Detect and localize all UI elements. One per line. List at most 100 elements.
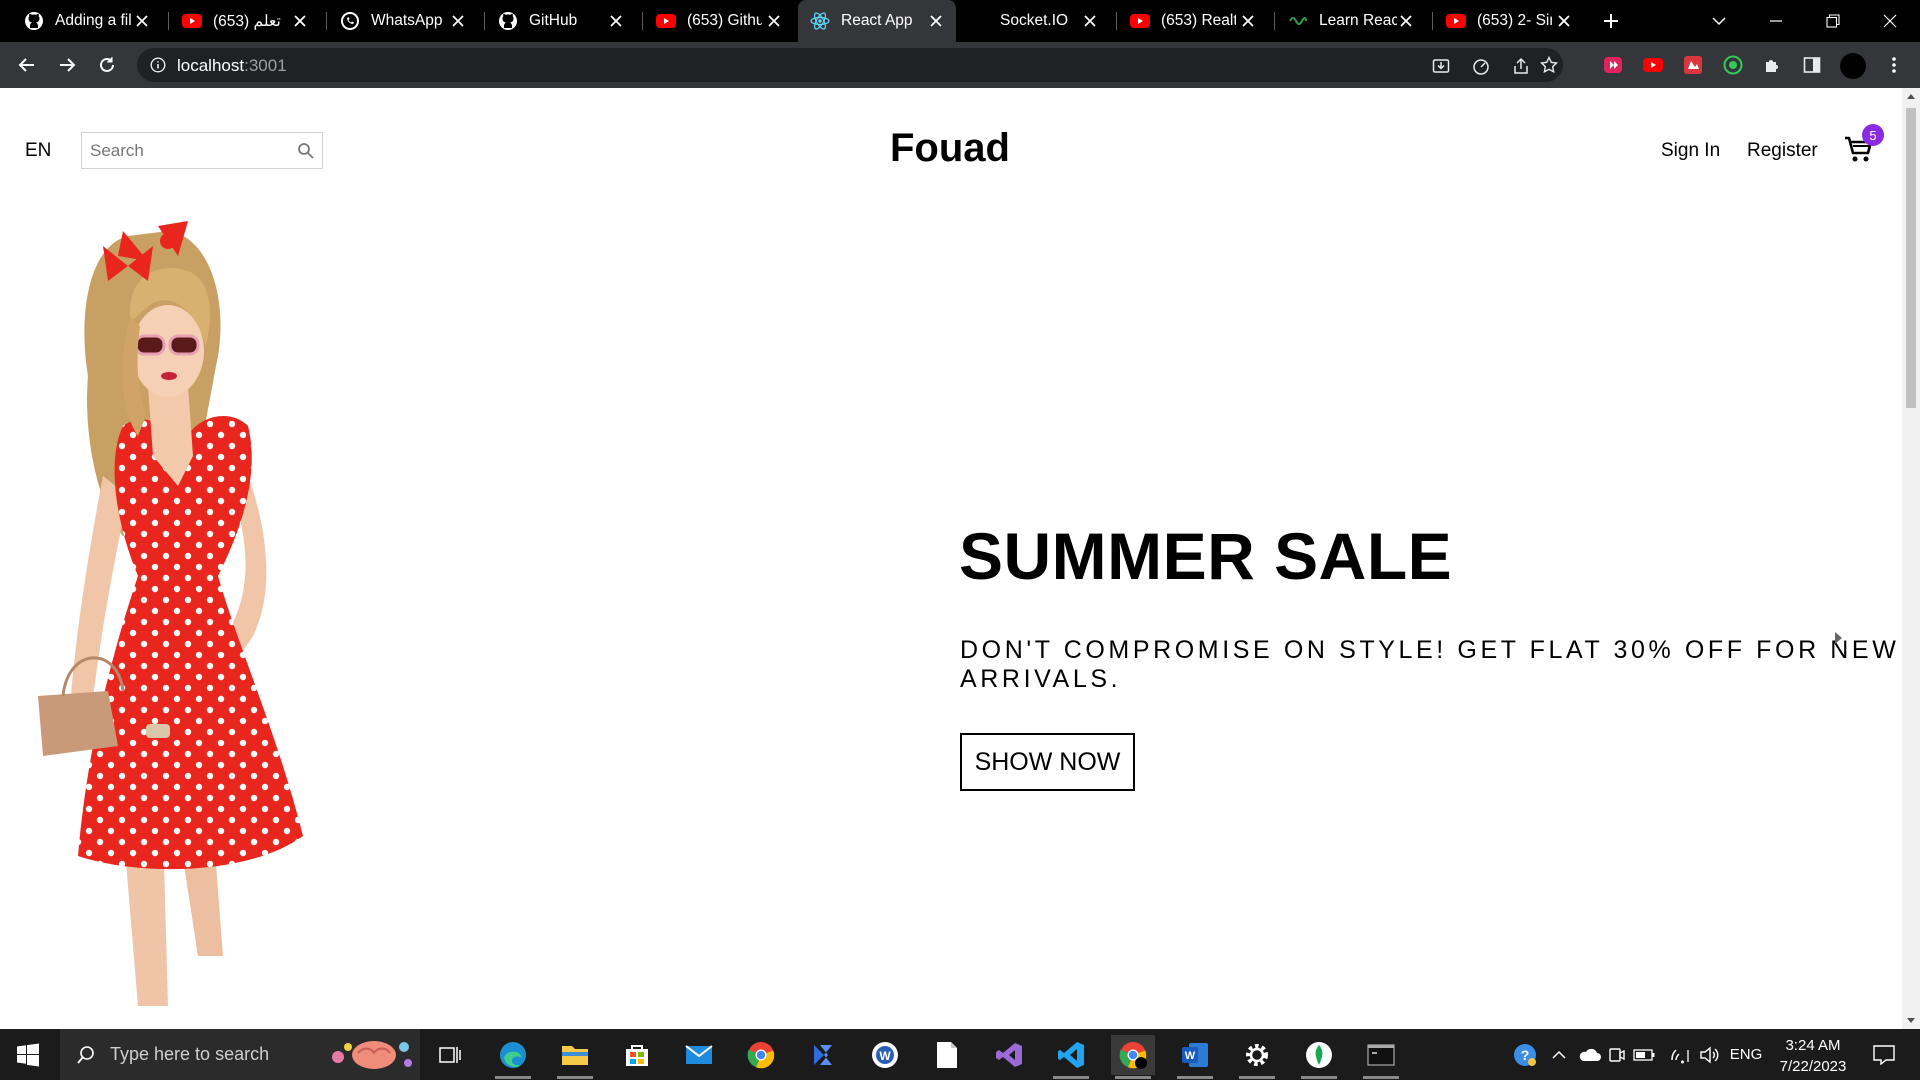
taskbar-power-automate[interactable] (801, 1035, 845, 1075)
tab-title: (653) Githul (687, 12, 762, 29)
github-icon (24, 11, 44, 31)
tab-separator (1116, 12, 1117, 30)
tray-volume[interactable] (1697, 1029, 1721, 1080)
search-highlight-icon (332, 1041, 412, 1069)
restore-button[interactable] (1820, 8, 1846, 34)
close-icon[interactable] (926, 11, 946, 31)
react-icon (810, 11, 830, 31)
sign-in-link[interactable]: Sign In (1661, 140, 1720, 162)
page-scrollbar[interactable] (1902, 88, 1920, 1029)
tray-language[interactable]: ENG (1726, 1029, 1766, 1080)
back-button[interactable] (12, 50, 42, 80)
close-icon[interactable] (290, 11, 310, 31)
tab-adding-a-file[interactable]: Adding a fil (12, 0, 162, 42)
github-icon (498, 11, 518, 31)
close-window-button[interactable] (1877, 8, 1903, 34)
install-icon[interactable] (1432, 57, 1450, 75)
taskbar-mongodb[interactable] (1297, 1035, 1341, 1079)
taskbar-terminal[interactable] (1359, 1035, 1403, 1079)
taskbar-search[interactable]: Type here to search (60, 1029, 420, 1080)
clock-time: 3:24 AM (1785, 1037, 1841, 1054)
hero-model-image (38, 221, 303, 1006)
tab-youtube-realtime[interactable]: (653) Realti (1118, 0, 1268, 42)
tray-help[interactable]: ? (1511, 1029, 1539, 1080)
register-link[interactable]: Register (1747, 140, 1818, 162)
taskbar-app-w[interactable]: W (863, 1035, 907, 1075)
document-icon (937, 1042, 957, 1068)
site-logo[interactable]: Fouad (890, 126, 1010, 171)
new-tab-button[interactable] (1598, 8, 1624, 34)
taskbar-vscode[interactable] (1049, 1035, 1093, 1079)
tab-youtube-single[interactable]: (653) 2- Sin (1434, 0, 1584, 42)
taskbar-notepad[interactable] (925, 1035, 969, 1075)
tab-react-app[interactable]: React App (798, 0, 956, 42)
side-panel-button[interactable] (1797, 50, 1827, 80)
taskbar-file-explorer[interactable] (553, 1035, 597, 1079)
tray-overflow[interactable] (1548, 1029, 1570, 1080)
close-icon[interactable] (764, 11, 784, 31)
close-icon[interactable] (606, 11, 626, 31)
tab-github[interactable]: GitHub (486, 0, 636, 42)
profile-avatar[interactable] (1840, 53, 1866, 79)
close-icon[interactable] (1554, 11, 1574, 31)
taskbar-search-placeholder: Type here to search (110, 1044, 270, 1064)
scroll-up-arrow[interactable] (1907, 94, 1915, 99)
tray-wifi[interactable] (1668, 1029, 1692, 1080)
taskbar-edge[interactable] (491, 1035, 535, 1079)
share-icon[interactable] (1512, 57, 1530, 75)
taskbar-word[interactable]: W (1173, 1035, 1217, 1079)
chevron-down-icon (1712, 17, 1726, 26)
power-automate-icon (814, 1045, 832, 1065)
extension-youtube[interactable] (1638, 50, 1668, 80)
star-icon[interactable] (1540, 56, 1558, 74)
system-clock[interactable]: 3:24 AM 7/22/2023 (1764, 1035, 1862, 1077)
store-icon (626, 1045, 648, 1066)
close-icon[interactable] (1238, 11, 1258, 31)
extensions-button[interactable] (1758, 50, 1788, 80)
tray-onedrive[interactable] (1576, 1029, 1602, 1080)
info-icon[interactable] (150, 57, 166, 73)
forward-button[interactable] (52, 50, 82, 80)
word-icon: W (1182, 1043, 1208, 1067)
close-icon[interactable] (1396, 11, 1416, 31)
tray-battery[interactable] (1632, 1029, 1656, 1080)
scrollbar-thumb[interactable] (1906, 108, 1916, 408)
tab-socketio[interactable]: Socket.IO (960, 0, 1110, 42)
slider-next-arrow[interactable] (1835, 632, 1842, 644)
taskbar-chrome-active[interactable] (1111, 1035, 1155, 1079)
reload-button[interactable] (92, 50, 122, 80)
taskbar-store[interactable] (615, 1035, 659, 1075)
tray-camera[interactable] (1606, 1029, 1628, 1080)
taskbar-mail[interactable] (677, 1035, 721, 1075)
extension-red[interactable] (1678, 50, 1708, 80)
close-icon[interactable] (132, 11, 152, 31)
more-vert-icon (1892, 57, 1896, 73)
task-view-button[interactable] (428, 1035, 472, 1075)
tab-search-button[interactable] (1706, 8, 1732, 34)
tab-separator (326, 12, 327, 30)
arrow-left-icon (18, 58, 34, 72)
windows-start-icon[interactable] (16, 1043, 40, 1067)
extension-green[interactable] (1718, 50, 1748, 80)
minimize-button[interactable] (1763, 8, 1789, 34)
taskbar-chrome[interactable] (739, 1035, 783, 1075)
close-icon[interactable] (448, 11, 468, 31)
tab-youtube-arabic[interactable]: تعلم (653) (170, 0, 320, 42)
performance-icon[interactable] (1472, 57, 1490, 75)
svg-text:W: W (1185, 1050, 1196, 1062)
scroll-down-arrow[interactable] (1907, 1018, 1915, 1023)
close-icon[interactable] (1080, 11, 1100, 31)
menu-button[interactable] (1879, 50, 1909, 80)
taskbar-settings[interactable] (1235, 1035, 1279, 1079)
address-bar[interactable]: localhost:3001 (137, 48, 1563, 82)
show-now-button[interactable]: SHOW NOW (960, 733, 1135, 791)
tab-learn-react[interactable]: Learn React (1276, 0, 1426, 42)
tab-youtube-github[interactable]: (653) Githul (644, 0, 794, 42)
tab-whatsapp[interactable]: WhatsApp (328, 0, 478, 42)
tab-title: Learn React (1319, 12, 1397, 29)
extension-youtube-dark[interactable] (1598, 50, 1628, 80)
tray-notifications[interactable] (1864, 1029, 1904, 1080)
help-icon: ? (1514, 1043, 1536, 1066)
taskbar-visual-studio[interactable] (987, 1035, 1031, 1075)
notification-icon (1873, 1044, 1895, 1065)
